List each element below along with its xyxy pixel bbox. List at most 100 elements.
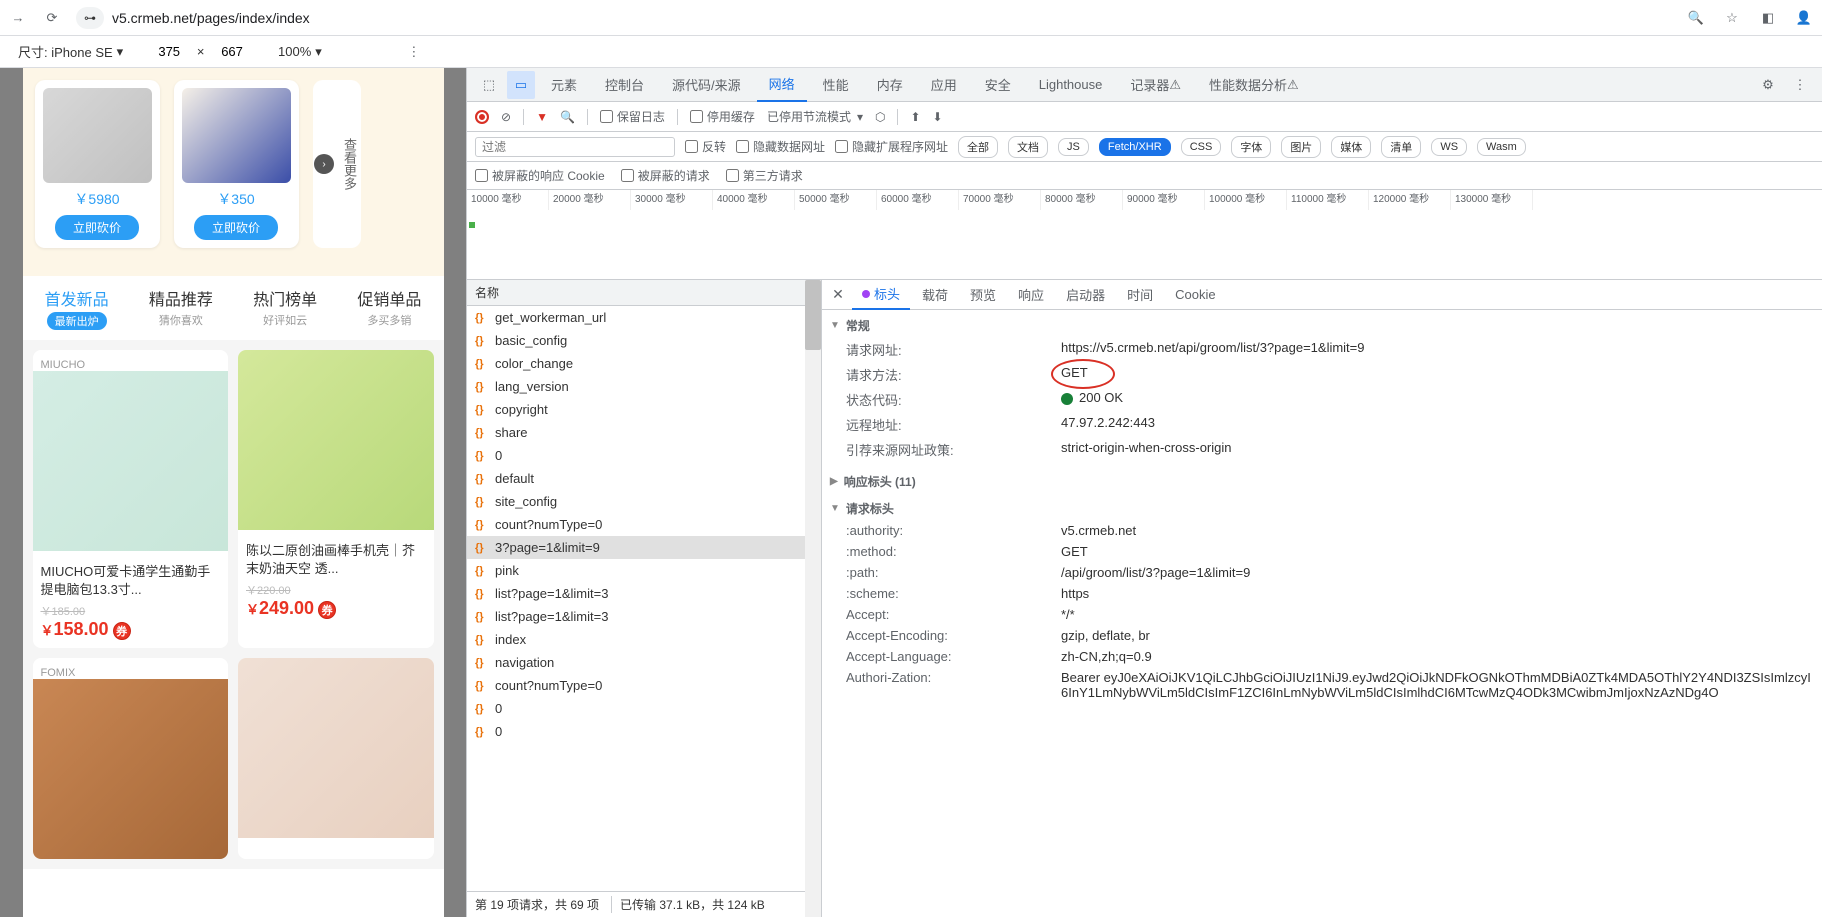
invert-checkbox[interactable]: 反转 bbox=[685, 138, 726, 155]
request-row[interactable]: 3?page=1&limit=9 bbox=[467, 536, 805, 559]
forward-icon[interactable]: → bbox=[8, 8, 28, 28]
network-timeline[interactable]: 10000 毫秒20000 毫秒30000 毫秒40000 毫秒50000 毫秒… bbox=[467, 190, 1822, 280]
tab-timing[interactable]: 时间 bbox=[1117, 280, 1163, 310]
request-row[interactable]: 0 bbox=[467, 444, 805, 467]
type-wasm[interactable]: Wasm bbox=[1477, 138, 1526, 156]
type-css[interactable]: CSS bbox=[1181, 138, 1222, 156]
inspect-icon[interactable]: ⬚ bbox=[475, 71, 503, 99]
panel-icon[interactable]: ◧ bbox=[1758, 8, 1778, 28]
buy-button[interactable]: 立即砍价 bbox=[55, 215, 139, 240]
more-icon[interactable]: ⋮ bbox=[1786, 71, 1814, 99]
type-ws[interactable]: WS bbox=[1431, 138, 1467, 156]
tab-sources[interactable]: 源代码/来源 bbox=[660, 68, 753, 102]
request-row[interactable]: count?numType=0 bbox=[467, 674, 805, 697]
request-row[interactable]: share bbox=[467, 421, 805, 444]
tab-payload[interactable]: 载荷 bbox=[912, 280, 958, 310]
site-info-icon[interactable]: ⊶ bbox=[76, 7, 104, 29]
type-font[interactable]: 字体 bbox=[1231, 136, 1271, 158]
blocked-cookie-checkbox[interactable]: 被屏蔽的响应 Cookie bbox=[475, 167, 605, 184]
tab-cookies[interactable]: Cookie bbox=[1165, 280, 1225, 310]
zoom-icon[interactable]: 🔍 bbox=[1686, 8, 1706, 28]
hide-data-checkbox[interactable]: 隐藏数据网址 bbox=[736, 138, 825, 155]
product-card[interactable]: ￥350 立即砍价 bbox=[174, 80, 299, 248]
request-headers-section[interactable]: ▼请求标头 bbox=[822, 497, 1822, 520]
more-card[interactable]: 查看更多 › bbox=[313, 80, 361, 248]
blocked-req-checkbox[interactable]: 被屏蔽的请求 bbox=[621, 167, 710, 184]
tab-lighthouse[interactable]: Lighthouse bbox=[1027, 68, 1115, 102]
grid-product-card[interactable] bbox=[238, 658, 434, 859]
request-row[interactable]: copyright bbox=[467, 398, 805, 421]
device-toggle-icon[interactable]: ▭ bbox=[507, 71, 535, 99]
type-all[interactable]: 全部 bbox=[958, 136, 998, 158]
request-row[interactable]: basic_config bbox=[467, 329, 805, 352]
buy-button[interactable]: 立即砍价 bbox=[194, 215, 278, 240]
profile-icon[interactable]: 👤 bbox=[1794, 8, 1814, 28]
tab-elements[interactable]: 元素 bbox=[539, 68, 589, 102]
type-manifest[interactable]: 清单 bbox=[1381, 136, 1421, 158]
tab-promo[interactable]: 促销单品 多买多销 bbox=[341, 286, 437, 330]
upload-icon[interactable]: ⬆ bbox=[910, 110, 920, 124]
request-row[interactable]: pink bbox=[467, 559, 805, 582]
height-input[interactable] bbox=[208, 44, 256, 59]
request-row[interactable]: color_change bbox=[467, 352, 805, 375]
request-row[interactable]: list?page=1&limit=3 bbox=[467, 605, 805, 628]
request-row[interactable]: default bbox=[467, 467, 805, 490]
request-row[interactable]: count?numType=0 bbox=[467, 513, 805, 536]
tab-perf-insights[interactable]: 性能数据分析 ⚠ bbox=[1197, 68, 1311, 102]
request-row[interactable]: index bbox=[467, 628, 805, 651]
close-icon[interactable]: ✕ bbox=[826, 286, 850, 303]
device-select[interactable]: 尺寸: iPhone SE ▾ bbox=[18, 42, 123, 61]
type-media[interactable]: 媒体 bbox=[1331, 136, 1371, 158]
download-icon[interactable]: ⬇ bbox=[933, 110, 943, 124]
throttling-select[interactable]: 已停用节流模式 ▾ bbox=[767, 108, 863, 125]
grid-product-card[interactable]: FOMIX bbox=[33, 658, 229, 859]
tab-preview[interactable]: 预览 bbox=[960, 280, 1006, 310]
zoom-select[interactable]: 100% ▾ bbox=[278, 44, 322, 60]
grid-product-card[interactable]: 陈以二原创油画棒手机壳｜芥末奶油天空 透... ￥220.00 ￥249.00券 bbox=[238, 350, 434, 648]
type-xhr[interactable]: Fetch/XHR bbox=[1099, 138, 1171, 156]
clear-icon[interactable]: ⊘ bbox=[501, 110, 511, 124]
device-frame[interactable]: ￥5980 立即砍价 ￥350 立即砍价 查看更多 › 首发 bbox=[23, 68, 444, 917]
grid-product-card[interactable]: MIUCHO MIUCHO可爱卡通学生通勤手提电脑包13.3寸... ￥185.… bbox=[33, 350, 229, 648]
request-row[interactable]: 0 bbox=[467, 720, 805, 743]
wifi-icon[interactable]: ⬡ bbox=[875, 110, 885, 124]
request-row[interactable]: lang_version bbox=[467, 375, 805, 398]
product-card[interactable]: ￥5980 立即砍价 bbox=[35, 80, 160, 248]
gear-icon[interactable]: ⚙ bbox=[1754, 71, 1782, 99]
request-row[interactable]: navigation bbox=[467, 651, 805, 674]
column-name[interactable]: 名称 bbox=[467, 280, 821, 306]
preserve-log-checkbox[interactable]: 保留日志 bbox=[600, 108, 665, 125]
tab-recorder[interactable]: 记录器 ⚠ bbox=[1118, 68, 1193, 102]
tab-console[interactable]: 控制台 bbox=[593, 68, 656, 102]
tab-recommend[interactable]: 精品推荐 猜你喜欢 bbox=[133, 286, 229, 330]
search-icon[interactable]: 🔍 bbox=[560, 110, 575, 124]
filter-input[interactable] bbox=[475, 137, 675, 157]
tab-headers[interactable]: 标头 bbox=[852, 280, 910, 310]
request-row[interactable]: 0 bbox=[467, 697, 805, 720]
record-icon[interactable] bbox=[475, 110, 489, 124]
tab-initiator[interactable]: 启动器 bbox=[1056, 280, 1115, 310]
tab-response[interactable]: 响应 bbox=[1008, 280, 1054, 310]
request-row[interactable]: get_workerman_url bbox=[467, 306, 805, 329]
more-icon[interactable]: ⋮ bbox=[404, 42, 424, 62]
disable-cache-checkbox[interactable]: 停用缓存 bbox=[690, 108, 755, 125]
filter-icon[interactable]: ▼ bbox=[536, 110, 548, 124]
request-row[interactable]: site_config bbox=[467, 490, 805, 513]
tab-hot[interactable]: 热门榜单 好评如云 bbox=[237, 286, 333, 330]
tab-network[interactable]: 网络 bbox=[757, 68, 807, 102]
hide-ext-checkbox[interactable]: 隐藏扩展程序网址 bbox=[835, 138, 948, 155]
request-row[interactable]: list?page=1&limit=3 bbox=[467, 582, 805, 605]
reload-icon[interactable]: ⟳ bbox=[42, 8, 62, 28]
type-doc[interactable]: 文档 bbox=[1008, 136, 1048, 158]
url-bar[interactable]: ⊶ v5.crmeb.net/pages/index/index bbox=[76, 7, 310, 29]
tab-memory[interactable]: 内存 bbox=[865, 68, 915, 102]
type-img[interactable]: 图片 bbox=[1281, 136, 1321, 158]
star-icon[interactable]: ☆ bbox=[1722, 8, 1742, 28]
general-section[interactable]: ▼常规 bbox=[822, 314, 1822, 337]
response-headers-section[interactable]: ▶响应标头 (11) bbox=[822, 470, 1822, 493]
scrollbar[interactable] bbox=[805, 280, 821, 917]
third-party-checkbox[interactable]: 第三方请求 bbox=[726, 167, 803, 184]
tab-security[interactable]: 安全 bbox=[973, 68, 1023, 102]
tab-new[interactable]: 首发新品 最新出炉 bbox=[29, 286, 125, 330]
tab-application[interactable]: 应用 bbox=[919, 68, 969, 102]
